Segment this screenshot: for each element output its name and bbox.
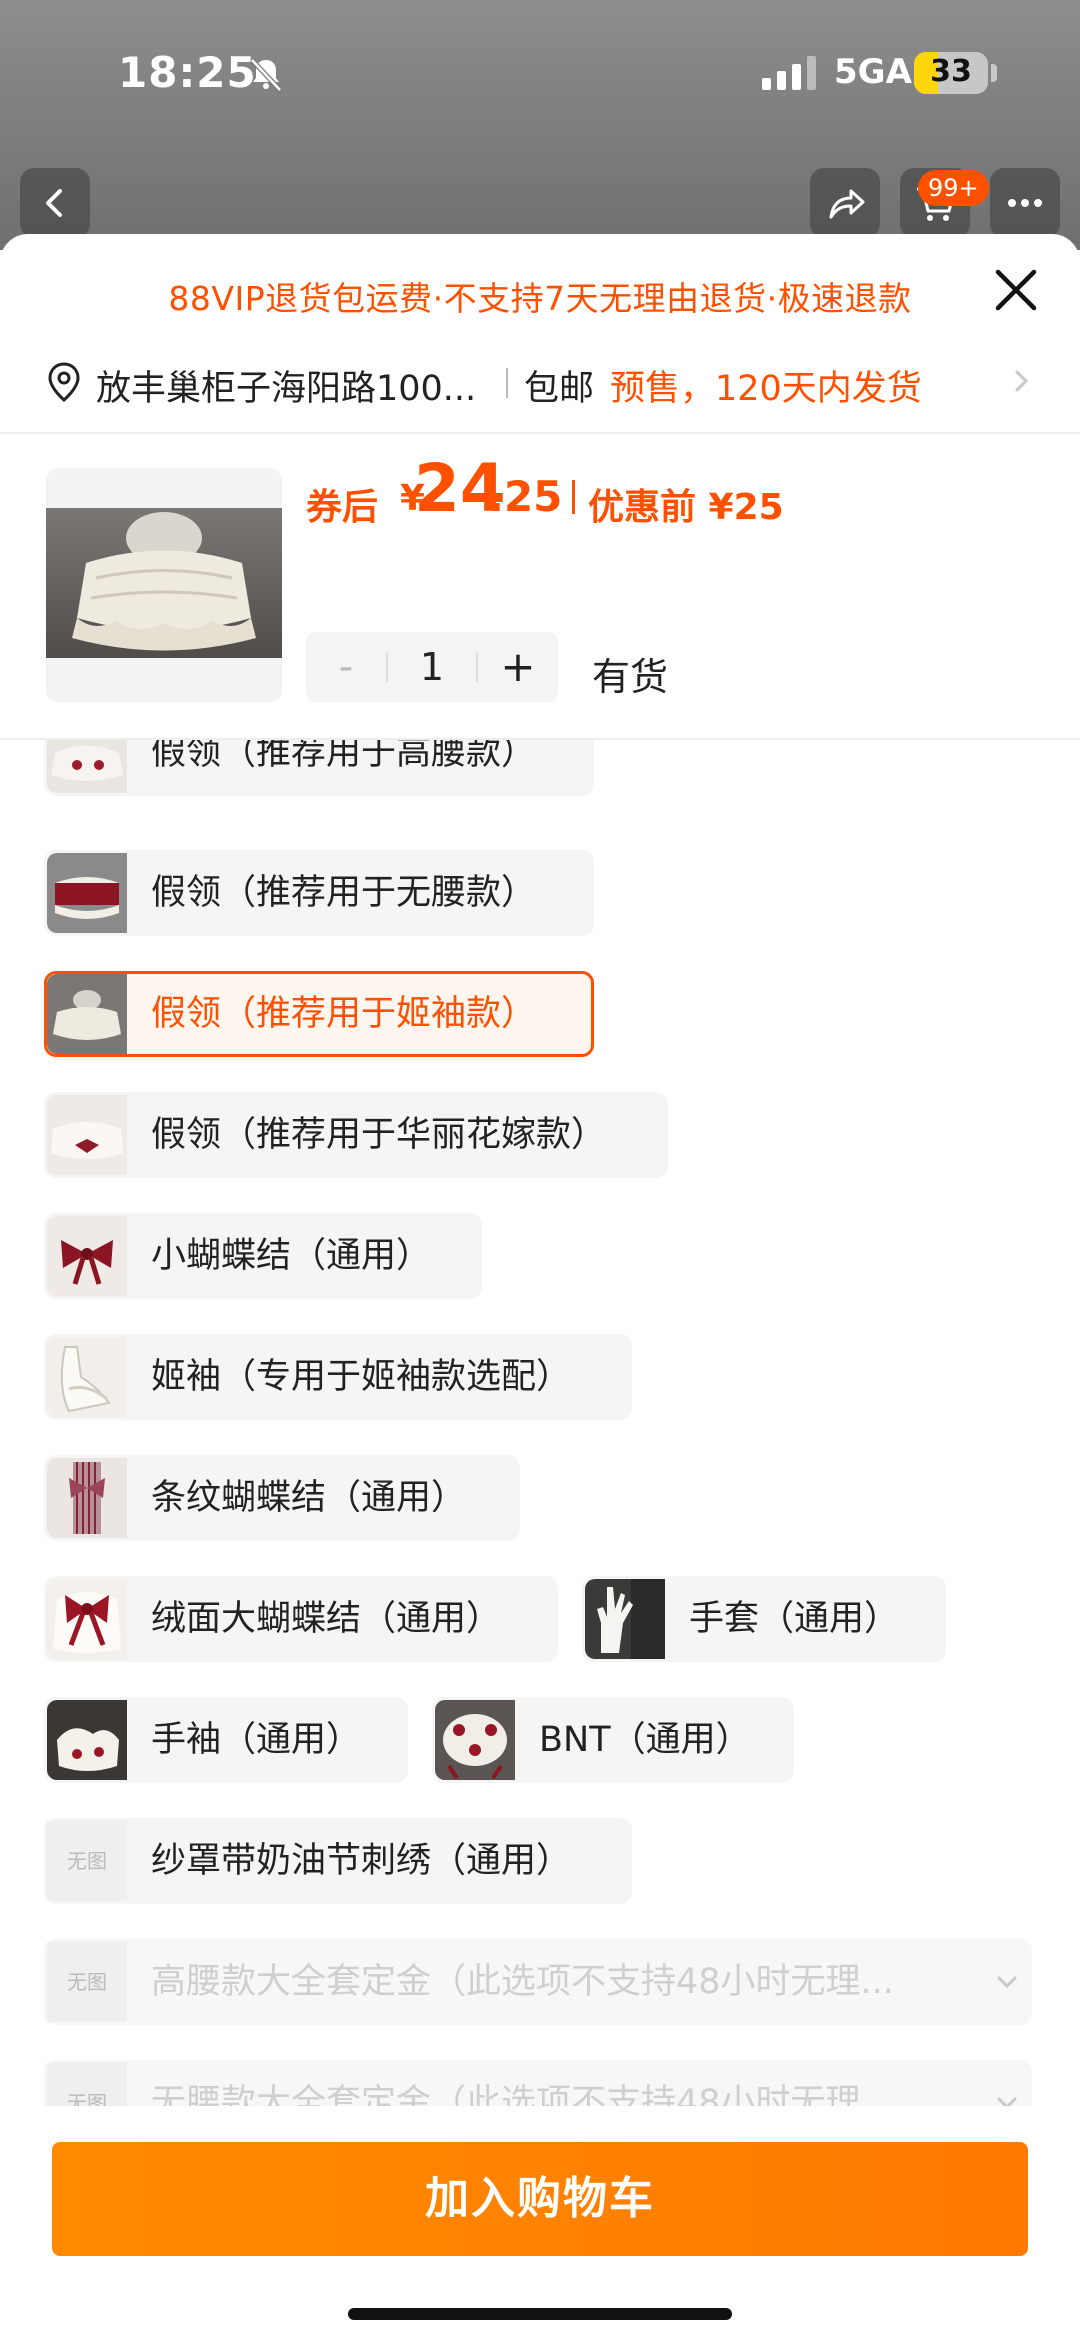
divider bbox=[0, 432, 1080, 434]
price-before-discount: 优惠前 ¥25 bbox=[588, 487, 784, 528]
option-thumbnail bbox=[47, 974, 127, 1054]
more-button[interactable] bbox=[990, 168, 1060, 238]
option-label: BNT（通用） bbox=[539, 1720, 751, 1760]
decrease-button[interactable]: - bbox=[306, 632, 386, 702]
price-label: 券后 bbox=[306, 487, 379, 528]
option-chip[interactable]: 手套（通用） bbox=[582, 1576, 946, 1662]
option-chip[interactable]: 无图 纱罩带奶油节刺绣（通用） bbox=[44, 1818, 632, 1904]
bell-slash-icon bbox=[250, 58, 282, 92]
address-row[interactable]: 放丰巢柜子海阳路100... 包邮 预售，120天内发货 bbox=[46, 356, 1046, 409]
option-thumbnail bbox=[47, 740, 127, 793]
option-label: 绒面大蝴蝶结（通用） bbox=[151, 1599, 502, 1639]
option-thumbnail bbox=[47, 853, 127, 933]
add-to-cart-button[interactable]: 加入购物车 bbox=[52, 2142, 1028, 2256]
option-thumbnail bbox=[47, 1579, 127, 1659]
close-icon[interactable] bbox=[992, 266, 1040, 314]
option-label: 假领（推荐用于姬袖款） bbox=[151, 994, 537, 1034]
battery-indicator: 33 bbox=[914, 52, 988, 94]
option-chip-disabled[interactable]: 无图 无腰款大全套定金（此选项不支持48小时无理... bbox=[44, 2060, 1032, 2106]
service-notice: 88VIP退货包运费·不支持7天无理由退货·极速退款 bbox=[168, 279, 912, 318]
stock-status: 有货 bbox=[592, 655, 669, 699]
battery-level: 33 bbox=[930, 54, 972, 89]
option-label: 假领（推荐用于高腰款） bbox=[151, 740, 537, 773]
network-type: 5GA bbox=[834, 52, 912, 92]
quantity-value[interactable]: 1 bbox=[388, 632, 476, 702]
option-chip-selected[interactable]: 假领（推荐用于姬袖款） bbox=[44, 971, 594, 1057]
share-icon bbox=[829, 189, 865, 219]
option-chip-disabled[interactable]: 无图 高腰款大全套定金（此选项不支持48小时无理... bbox=[44, 1939, 1032, 2025]
no-image-placeholder: 无图 bbox=[47, 2063, 127, 2106]
location-pin-icon bbox=[48, 362, 80, 402]
option-chip[interactable]: 假领（推荐用于华丽花嫁款） bbox=[44, 1092, 668, 1178]
option-label: 条纹蝴蝶结（通用） bbox=[151, 1478, 467, 1518]
back-button[interactable] bbox=[20, 168, 90, 238]
option-thumbnail bbox=[47, 1337, 127, 1417]
increase-button[interactable]: + bbox=[478, 632, 558, 702]
cart-badge: 99+ bbox=[918, 170, 989, 206]
product-thumbnail[interactable] bbox=[46, 468, 282, 702]
address-divider bbox=[506, 368, 508, 398]
share-button[interactable] bbox=[810, 168, 880, 238]
chevron-left-icon bbox=[46, 189, 62, 217]
option-chip[interactable]: 条纹蝴蝶结（通用） bbox=[44, 1455, 520, 1541]
no-image-placeholder: 无图 bbox=[47, 1821, 127, 1901]
option-chip[interactable]: 假领（推荐用于无腰款） bbox=[44, 850, 594, 936]
option-chip[interactable]: 假领（推荐用于高腰款） bbox=[44, 740, 594, 796]
option-chip[interactable]: 绒面大蝴蝶结（通用） bbox=[44, 1576, 558, 1662]
more-dots-icon bbox=[1008, 199, 1042, 207]
option-thumbnail bbox=[47, 1216, 127, 1296]
battery-cap bbox=[991, 64, 997, 82]
option-label: 手袖（通用） bbox=[151, 1720, 362, 1760]
price-divider bbox=[572, 480, 575, 514]
chevron-right-icon bbox=[1015, 370, 1029, 392]
option-label: 假领（推荐用于无腰款） bbox=[151, 873, 537, 913]
home-indicator bbox=[348, 2308, 732, 2320]
product-image bbox=[46, 508, 282, 658]
price-decimal: .25 bbox=[488, 472, 563, 521]
option-chip[interactable]: 小蝴蝶结（通用） bbox=[44, 1213, 482, 1299]
option-label: 高腰款大全套定金（此选项不支持48小时无理... bbox=[151, 1962, 894, 2002]
option-list: 假领（推荐用于高腰款） 假领（推荐用于无腰款） 假领（推荐用于姬袖款） 假领（推… bbox=[0, 740, 1080, 2106]
option-label: 假领（推荐用于华丽花嫁款） bbox=[151, 1115, 607, 1155]
quantity-stepper: - 1 + bbox=[306, 632, 558, 702]
option-thumbnail bbox=[435, 1700, 515, 1780]
presale-label: 预售，120天内发货 bbox=[610, 369, 922, 409]
chevron-down-icon bbox=[997, 1976, 1017, 1989]
option-chip[interactable]: BNT（通用） bbox=[432, 1697, 794, 1783]
option-label: 无腰款大全套定金（此选项不支持48小时无理... bbox=[151, 2083, 894, 2106]
option-label: 姬袖（专用于姬袖款选配） bbox=[151, 1357, 572, 1397]
no-image-placeholder: 无图 bbox=[47, 1942, 127, 2022]
option-thumbnail bbox=[585, 1579, 665, 1659]
status-bar: 18:25 5GA 33 bbox=[0, 0, 1080, 150]
chevron-down-icon bbox=[997, 2097, 1017, 2106]
shipping-label: 包邮 bbox=[524, 369, 595, 409]
option-label: 小蝴蝶结（通用） bbox=[151, 1236, 432, 1276]
option-thumbnail bbox=[47, 1458, 127, 1538]
signal-icon bbox=[762, 56, 816, 90]
option-chip[interactable]: 姬袖（专用于姬袖款选配） bbox=[44, 1334, 632, 1420]
option-thumbnail bbox=[47, 1700, 127, 1780]
address-text: 放丰巢柜子海阳路100... bbox=[96, 369, 477, 409]
status-time: 18:25 bbox=[118, 48, 257, 97]
option-chip[interactable]: 手袖（通用） bbox=[44, 1697, 408, 1783]
option-label: 纱罩带奶油节刺绣（通用） bbox=[151, 1841, 572, 1881]
option-thumbnail bbox=[47, 1095, 127, 1175]
option-label: 手套（通用） bbox=[689, 1599, 900, 1639]
